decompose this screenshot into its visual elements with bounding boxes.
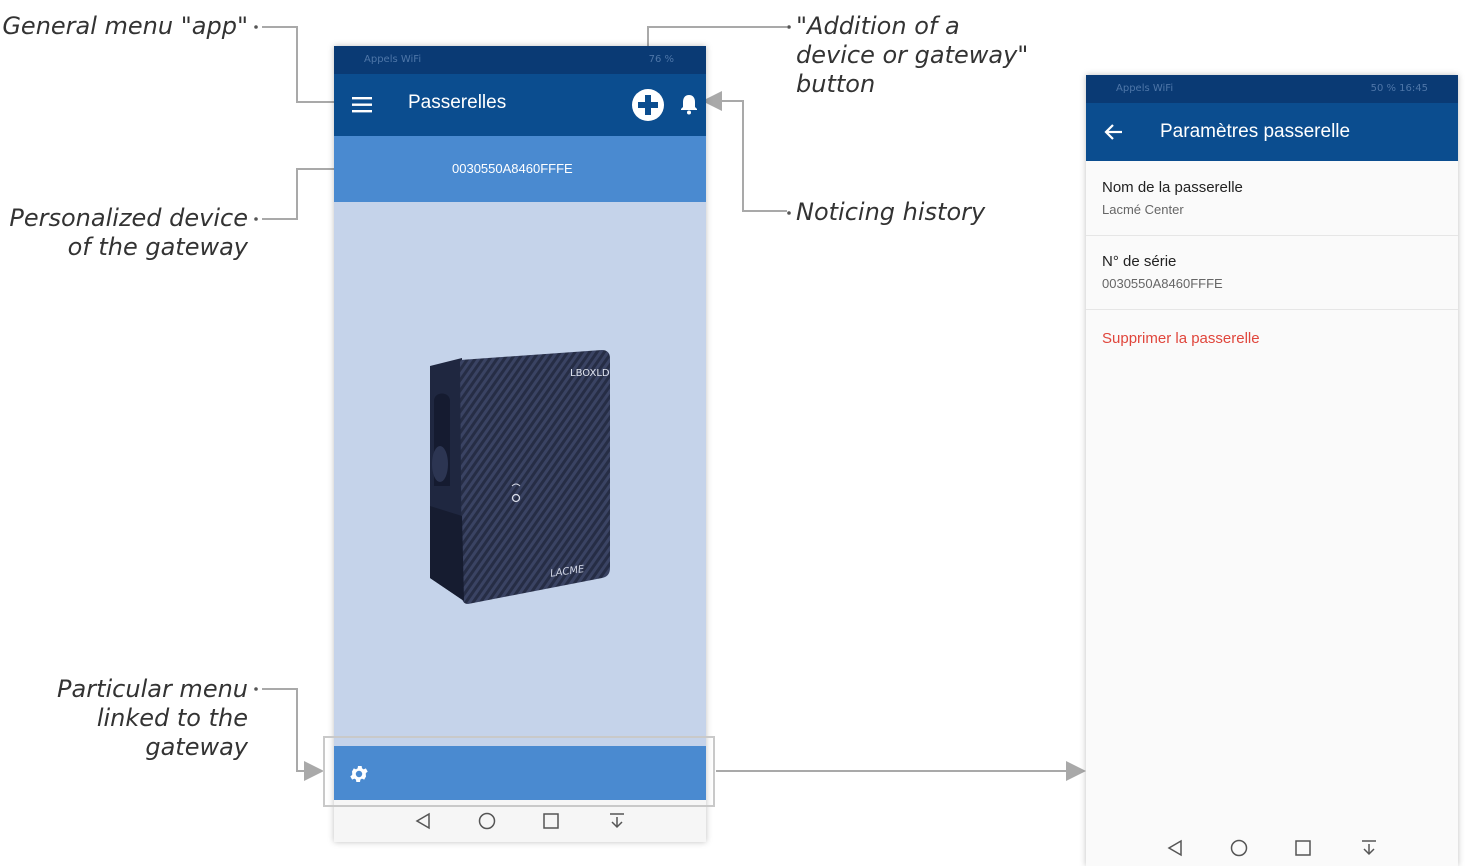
annotation-line: Particular menu xyxy=(57,675,248,703)
gateway-header[interactable]: 0030550A8460FFFE xyxy=(334,136,706,202)
add-circle-icon[interactable] xyxy=(631,88,665,122)
annotation-line: "Addition of a xyxy=(796,12,960,40)
annotation-line: device or gateway" xyxy=(796,41,1029,69)
annotation-line: Personalized device xyxy=(9,204,248,232)
page-title: Passerelles xyxy=(408,92,507,113)
annotation-addition-button: "Addition of a device or gateway" button xyxy=(796,12,1056,99)
setting-value: 0030550A8460FFFE xyxy=(1102,276,1223,291)
status-bar: Appels WiFi 50 % 16:45 xyxy=(1086,75,1458,103)
system-nav-bar xyxy=(1086,830,1458,866)
setting-row-name[interactable]: Nom de la passerelle Lacmé Center xyxy=(1086,161,1458,236)
status-battery: 76 % xyxy=(648,54,674,65)
delete-gateway-button[interactable]: Supprimer la passerelle xyxy=(1102,330,1260,347)
home-nav-icon[interactable] xyxy=(1230,839,1248,857)
setting-label: Nom de la passerelle xyxy=(1102,179,1243,196)
annotation-line: gateway xyxy=(145,733,248,761)
connector-particular-menu xyxy=(262,688,324,781)
app-bar: Passerelles xyxy=(334,74,706,136)
annotation-particular-menu: Particular menu linked to the gateway xyxy=(0,675,248,762)
annotation-line: of the gateway xyxy=(67,233,248,261)
gateway-device-image: LBOXLD LACME xyxy=(430,350,610,604)
setting-value: Lacmé Center xyxy=(1102,202,1184,217)
gateway-id: 0030550A8460FFFE xyxy=(452,161,573,176)
status-carrier: Appels WiFi xyxy=(1116,83,1174,94)
page-title: Paramètres passerelle xyxy=(1160,121,1351,142)
home-nav-icon[interactable] xyxy=(478,812,496,830)
status-battery-time: 50 % 16:45 xyxy=(1370,83,1428,94)
setting-label: N° de série xyxy=(1102,253,1177,270)
gateways-screen: Appels WiFi 76 % Passerelles 0030550A846… xyxy=(334,46,706,842)
gateway-menu-highlight xyxy=(323,736,715,807)
setting-row-serial[interactable]: N° de série 0030550A8460FFFE xyxy=(1086,235,1458,310)
back-nav-icon[interactable] xyxy=(1166,839,1184,857)
arrow-back-icon[interactable] xyxy=(1104,123,1124,141)
device-brand-label: LBOXLD xyxy=(570,368,610,379)
status-bar: Appels WiFi 76 % xyxy=(334,46,706,74)
annotation-general-menu: General menu "app" xyxy=(2,12,248,40)
gateway-settings-screen: Appels WiFi 50 % 16:45 Paramètres passer… xyxy=(1086,75,1458,866)
connector-noticing-history xyxy=(702,91,787,212)
app-bar: Paramètres passerelle xyxy=(1086,103,1458,161)
back-nav-icon[interactable] xyxy=(414,812,432,830)
recents-nav-icon[interactable] xyxy=(542,812,560,830)
annotation-line: linked to the xyxy=(96,704,248,732)
recents-nav-icon[interactable] xyxy=(1294,839,1312,857)
annotation-personalized-device: Personalized device of the gateway xyxy=(0,204,248,262)
annotation-noticing-history: Noticing history xyxy=(796,198,986,226)
notifications-nav-icon[interactable] xyxy=(608,812,626,830)
menu-icon[interactable] xyxy=(352,96,374,114)
notifications-nav-icon[interactable] xyxy=(1360,839,1378,857)
annotation-line: button xyxy=(796,70,876,98)
status-carrier: Appels WiFi xyxy=(364,54,422,65)
bell-icon[interactable] xyxy=(680,93,698,115)
